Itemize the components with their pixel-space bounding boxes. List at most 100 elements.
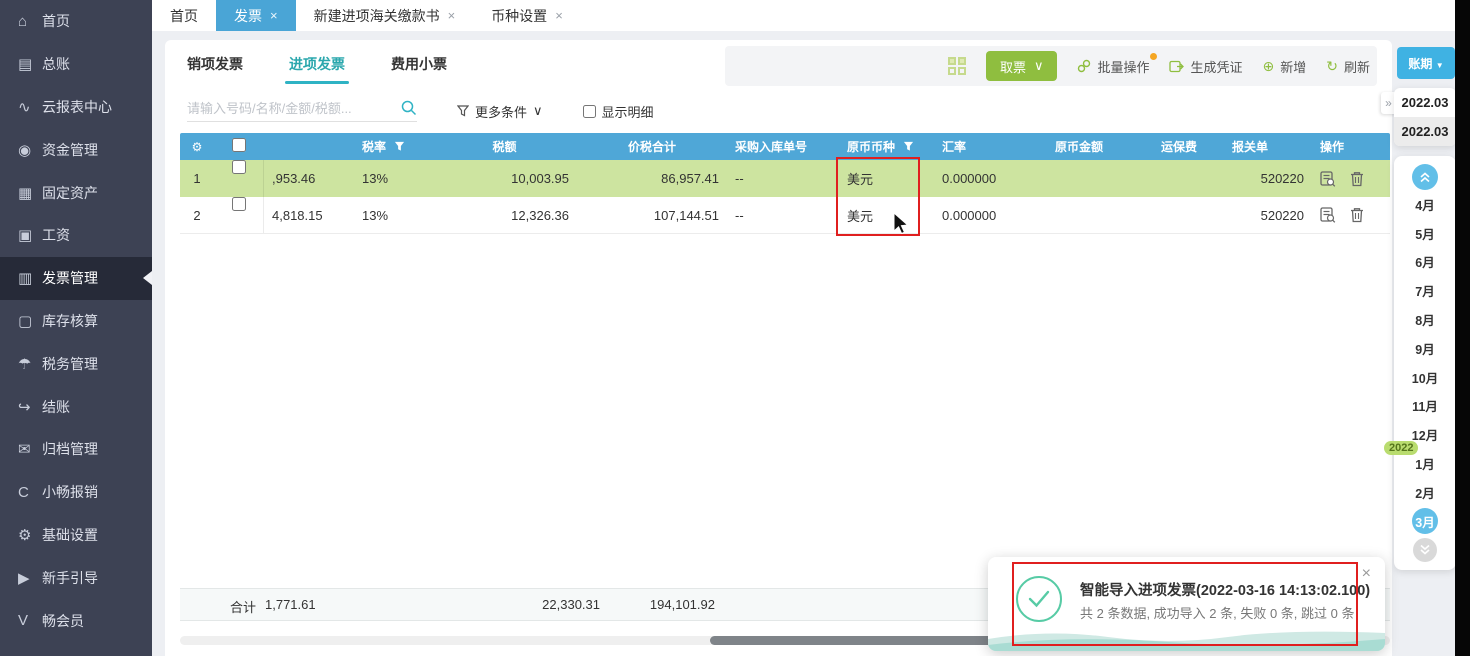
sidebar-item-payroll[interactable]: ▣ 工资: [0, 214, 152, 257]
header-customs: 报关单: [1232, 140, 1269, 154]
sidebar-item-label: 工资: [42, 227, 70, 244]
home-icon: ⌂: [18, 12, 28, 30]
sidebar-item-label: 归档管理: [42, 441, 98, 458]
get-ticket-label: 取票: [999, 59, 1026, 75]
qr-scan-icon[interactable]: [947, 57, 966, 75]
sidebar-item-funds[interactable]: ◉ 资金管理: [0, 128, 152, 171]
more-conditions-button[interactable]: 更多条件 ∨: [457, 102, 543, 121]
refresh-icon: ↻: [1326, 57, 1338, 74]
sidebar-item-home[interactable]: ⌂ 首页: [0, 0, 152, 43]
sidebar-item-inventory[interactable]: ▢ 库存核算: [0, 300, 152, 343]
invoice-table: ⚙ 税率 税额 价税合计 采购入库单号 原币币种 汇率 原币金额 运保费 报关单…: [180, 133, 1390, 234]
delete-icon[interactable]: [1350, 207, 1364, 223]
link-icon: [1078, 59, 1091, 73]
month-item[interactable]: 10月: [1394, 363, 1456, 392]
toast-close-icon[interactable]: ×: [1362, 565, 1371, 583]
cell-tax-amount: 12,326.36: [511, 207, 569, 223]
toast-title: 智能导入进项发票(2022-03-16 14:13:02.100): [1080, 583, 1371, 599]
tab-label: 发票: [234, 7, 262, 24]
vip-icon: V: [18, 612, 29, 630]
tab-close-icon[interactable]: ×: [448, 8, 456, 23]
get-ticket-button[interactable]: 取票 ∨: [985, 51, 1058, 81]
scroll-months-down-button[interactable]: [1413, 537, 1437, 562]
period-entry[interactable]: 2022.03: [1394, 88, 1456, 117]
chart-icon: ∿: [18, 98, 31, 116]
sidebar-item-label: 库存核算: [42, 312, 98, 329]
row-seq: 2: [193, 207, 201, 223]
view-voucher-icon[interactable]: [1320, 170, 1336, 187]
sidebar-item-archive[interactable]: ✉ 归档管理: [0, 428, 152, 471]
view-voucher-icon[interactable]: [1320, 207, 1336, 223]
inventory-icon: ▢: [18, 312, 33, 330]
sidebar-item-cloud-reports[interactable]: ∿ 云报表中心: [0, 86, 152, 129]
totals-tax: 22,330.31: [542, 597, 600, 612]
import-toast: 智能导入进项发票(2022-03-16 14:13:02.100) 共 2 条数…: [988, 557, 1385, 651]
filter-icon[interactable]: [903, 141, 914, 152]
month-item[interactable]: 5月: [1394, 219, 1456, 248]
cell-amount: ,953.46: [272, 171, 316, 186]
table-row[interactable]: 1 ,953.46 13% 10,003.95 86,957.41 -- 美元 …: [180, 160, 1390, 197]
add-button[interactable]: ⊕ 新增: [1263, 57, 1307, 76]
tab-customs-payment[interactable]: 新建进项海关缴款书 ×: [296, 0, 474, 31]
tab-purchase-invoice[interactable]: 进项发票: [285, 54, 349, 84]
month-item[interactable]: 4月: [1394, 190, 1456, 219]
cell-currency: 美元: [847, 208, 874, 224]
tab-sales-invoice[interactable]: 销项发票: [187, 54, 243, 84]
reimbursement-icon: C: [18, 483, 29, 501]
month-item[interactable]: 6月: [1394, 248, 1456, 277]
sidebar-item-closing[interactable]: ↪ 结账: [0, 385, 152, 428]
month-item[interactable]: 9月: [1394, 334, 1456, 363]
sidebar-item-tax[interactable]: ☂ 税务管理: [0, 342, 152, 385]
month-item[interactable]: 7月: [1394, 276, 1456, 305]
make-voucher-button[interactable]: 生成凭证: [1169, 57, 1243, 76]
filter-icon[interactable]: [394, 141, 405, 152]
cell-purchase-no: --: [735, 171, 744, 186]
notification-dot: [1150, 52, 1158, 60]
sidebar-item-membership[interactable]: V 畅会员: [0, 599, 152, 642]
scroll-months-up-button[interactable]: [1412, 164, 1438, 190]
table-row[interactable]: 2 4,818.15 13% 12,326.36 107,144.51 -- 美…: [180, 197, 1390, 234]
sidebar-item-general-ledger[interactable]: ▤ 总账: [0, 43, 152, 86]
year-badge: 2022: [1384, 441, 1419, 455]
show-detail-checkbox[interactable]: [582, 104, 596, 118]
period-button-label: 账期: [1408, 56, 1433, 71]
tab-close-icon[interactable]: ×: [270, 8, 278, 23]
invoice-icon: ▥: [18, 270, 33, 288]
tab-invoice[interactable]: 发票 ×: [216, 0, 296, 31]
sidebar-item-settings[interactable]: ⚙ 基础设置: [0, 514, 152, 557]
header-freight: 运保费: [1160, 140, 1197, 154]
tab-home[interactable]: 首页: [152, 0, 216, 31]
refresh-button[interactable]: ↻ 刷新: [1326, 57, 1370, 76]
tab-expense-receipt[interactable]: 费用小票: [391, 54, 447, 84]
row-seq: 1: [193, 171, 201, 186]
period-entry[interactable]: 2022.03: [1394, 117, 1456, 146]
row-checkbox[interactable]: [231, 160, 246, 174]
period-button[interactable]: 账期 ▼: [1397, 47, 1455, 79]
delete-icon[interactable]: [1350, 171, 1364, 187]
month-item-active[interactable]: 3月: [1394, 507, 1456, 536]
month-item[interactable]: 8月: [1394, 305, 1456, 334]
sidebar-item-invoice-management[interactable]: ▥ 发票管理: [0, 256, 152, 300]
search-icon[interactable]: [401, 100, 417, 116]
add-label: 新增: [1280, 59, 1307, 75]
gear-icon: ⚙: [18, 526, 32, 544]
sidebar-item-reimbursement[interactable]: C 小畅报销: [0, 471, 152, 514]
filter-row: 更多条件 ∨ 显示明细: [187, 100, 654, 122]
plus-circle-icon: ⊕: [1262, 57, 1275, 74]
column-settings-gear-icon[interactable]: ⚙: [180, 140, 214, 154]
cell-operations: [1312, 207, 1390, 223]
tab-close-icon[interactable]: ×: [555, 8, 563, 23]
month-item[interactable]: 11月: [1394, 392, 1456, 421]
search-input[interactable]: [187, 100, 401, 116]
sidebar-item-fixed-assets[interactable]: ▦ 固定资产: [0, 171, 152, 214]
tab-currency-settings[interactable]: 币种设置 ×: [473, 0, 581, 31]
batch-operations-button[interactable]: 批量操作: [1077, 52, 1158, 76]
sidebar-item-label: 新手引导: [42, 569, 98, 586]
month-item[interactable]: 2月: [1394, 478, 1456, 507]
sidebar-item-label: 总账: [42, 56, 70, 73]
select-all-checkbox[interactable]: [232, 138, 246, 152]
row-checkbox[interactable]: [231, 197, 246, 211]
sidebar-item-guide[interactable]: ▶ 新手引导: [0, 556, 152, 599]
cell-customs: 520220: [1260, 171, 1304, 186]
totals-amount: 1,771.61: [265, 597, 316, 612]
